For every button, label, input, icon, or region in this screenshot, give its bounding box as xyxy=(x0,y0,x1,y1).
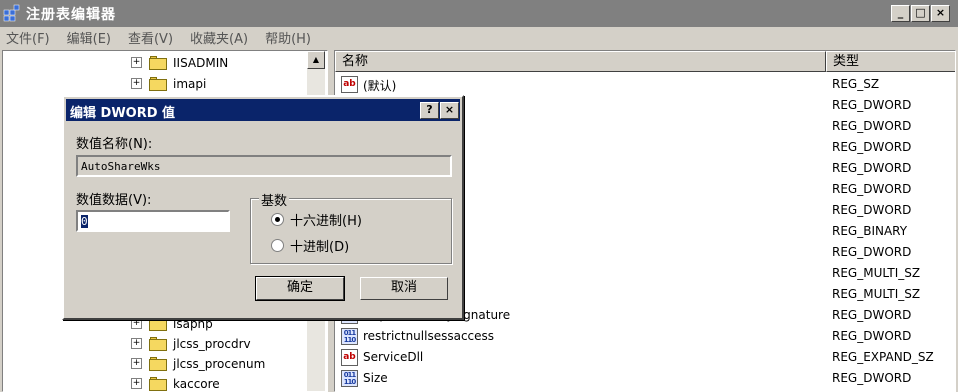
expand-icon[interactable]: + xyxy=(131,78,142,89)
value-name-field: AutoShareWks xyxy=(76,155,452,177)
value-row[interactable]: 011 110 restrictnullsessaccess REG_DWORD xyxy=(335,326,955,347)
value-type: REG_MULTI_SZ xyxy=(832,266,921,280)
value-data-text: 0 xyxy=(81,215,88,228)
dialog-help-button[interactable]: ? xyxy=(420,102,439,119)
regedit-app-icon xyxy=(2,4,22,24)
value-type: REG_DWORD xyxy=(832,140,912,154)
tree-item-label: imapi xyxy=(173,77,207,91)
string-value-icon: ab xyxy=(341,349,358,366)
value-type: REG_DWORD xyxy=(832,182,912,196)
menu-help[interactable]: 帮助(H) xyxy=(265,28,311,47)
value-type: REG_DWORD xyxy=(832,371,912,385)
value-type: REG_DWORD xyxy=(832,329,912,343)
value-type: REG_MULTI_SZ xyxy=(832,287,921,301)
value-type: REG_DWORD xyxy=(832,98,912,112)
radio-dec[interactable] xyxy=(271,239,284,252)
binary-value-icon: 011 110 xyxy=(341,370,358,387)
column-name-header[interactable]: 名称 xyxy=(335,51,826,72)
value-data-label: 数值数据(V): xyxy=(76,193,152,208)
radio-hex[interactable] xyxy=(271,213,284,226)
radio-hex-option[interactable]: 十六进制(H) xyxy=(271,210,362,229)
edit-dword-dialog: 编辑 DWORD 值 ? × 数值名称(N): AutoShareWks 数值数… xyxy=(62,95,464,320)
value-row[interactable]: ab (默认) REG_SZ xyxy=(335,74,955,95)
close-button[interactable]: × xyxy=(931,5,950,22)
menu-view[interactable]: 查看(V) xyxy=(128,28,173,47)
menu-file[interactable]: 文件(F) xyxy=(6,28,50,47)
folder-icon xyxy=(149,377,167,391)
value-type: REG_BINARY xyxy=(832,224,908,238)
menu-bar: 文件(F) 编辑(E) 查看(V) 收藏夹(A) 帮助(H) xyxy=(0,27,958,48)
tree-item-iisadmin[interactable]: + IISADMIN xyxy=(3,53,303,73)
base-group-label: 基数 xyxy=(259,190,290,209)
expand-icon[interactable]: + xyxy=(131,338,142,349)
folder-icon xyxy=(149,337,167,351)
list-header: 名称 类型 xyxy=(335,51,955,72)
tree-item-label: kaccore xyxy=(173,377,220,391)
value-type: REG_SZ xyxy=(832,77,880,91)
scroll-up-button[interactable]: ▲ xyxy=(307,51,325,69)
radio-dec-label: 十进制(D) xyxy=(290,240,350,255)
tree-item-jlcss-procdrv[interactable]: + jlcss_procdrv xyxy=(3,334,303,354)
column-type-header[interactable]: 类型 xyxy=(826,51,955,72)
window-title: 注册表编辑器 xyxy=(26,6,116,23)
expand-icon[interactable]: + xyxy=(131,358,142,369)
folder-icon xyxy=(149,357,167,371)
tree-item-label: jlcss_procenum xyxy=(173,357,266,371)
expand-icon[interactable]: + xyxy=(131,57,142,68)
value-name: Size xyxy=(363,371,388,385)
ok-button[interactable]: 确定 xyxy=(255,276,345,301)
value-type: REG_DWORD xyxy=(832,203,912,217)
maximize-button[interactable]: □ xyxy=(911,5,930,22)
tree-item-label: IISADMIN xyxy=(173,56,229,70)
value-type: REG_DWORD xyxy=(832,308,912,322)
tree-item-imapi[interactable]: + imapi xyxy=(3,74,303,94)
expand-icon[interactable]: + xyxy=(131,378,142,389)
value-row[interactable]: ab ServiceDll REG_EXPAND_SZ xyxy=(335,347,955,368)
folder-icon xyxy=(149,77,167,91)
dialog-close-button[interactable]: × xyxy=(440,102,459,119)
minimize-button[interactable]: _ xyxy=(891,5,910,22)
dialog-title-bar: 编辑 DWORD 值 ? × xyxy=(66,99,460,121)
menu-favorites[interactable]: 收藏夹(A) xyxy=(190,28,248,47)
folder-icon xyxy=(149,56,167,70)
tree-item-kaccore[interactable]: + kaccore xyxy=(3,374,303,391)
radio-hex-label: 十六进制(H) xyxy=(290,214,362,229)
binary-value-icon: 011 110 xyxy=(341,328,358,345)
cancel-button[interactable]: 取消 xyxy=(360,277,448,300)
string-value-icon: ab xyxy=(341,76,358,93)
value-name-label: 数值名称(N): xyxy=(76,137,153,152)
value-name: (默认) xyxy=(363,79,397,93)
dialog-title: 编辑 DWORD 值 xyxy=(70,106,176,121)
value-row[interactable]: 011 110 Size REG_DWORD xyxy=(335,368,955,389)
value-data-field[interactable]: 0 xyxy=(76,210,230,232)
window-controls: _ □ × xyxy=(890,5,950,22)
value-name: restrictnullsessaccess xyxy=(363,329,495,343)
base-groupbox: 基数 十六进制(H) 十进制(D) xyxy=(250,190,452,264)
tree-item-jlcss-procenum[interactable]: + jlcss_procenum xyxy=(3,354,303,374)
title-bar: 注册表编辑器 _ □ × xyxy=(0,0,958,27)
value-name: ServiceDll xyxy=(363,350,424,364)
value-type: REG_DWORD xyxy=(832,245,912,259)
value-type: REG_EXPAND_SZ xyxy=(832,350,934,364)
menu-edit[interactable]: 编辑(E) xyxy=(67,28,111,47)
value-type: REG_DWORD xyxy=(832,119,912,133)
value-type: REG_DWORD xyxy=(832,161,912,175)
radio-dec-option[interactable]: 十进制(D) xyxy=(271,236,349,255)
tree-item-label: jlcss_procdrv xyxy=(173,337,251,351)
